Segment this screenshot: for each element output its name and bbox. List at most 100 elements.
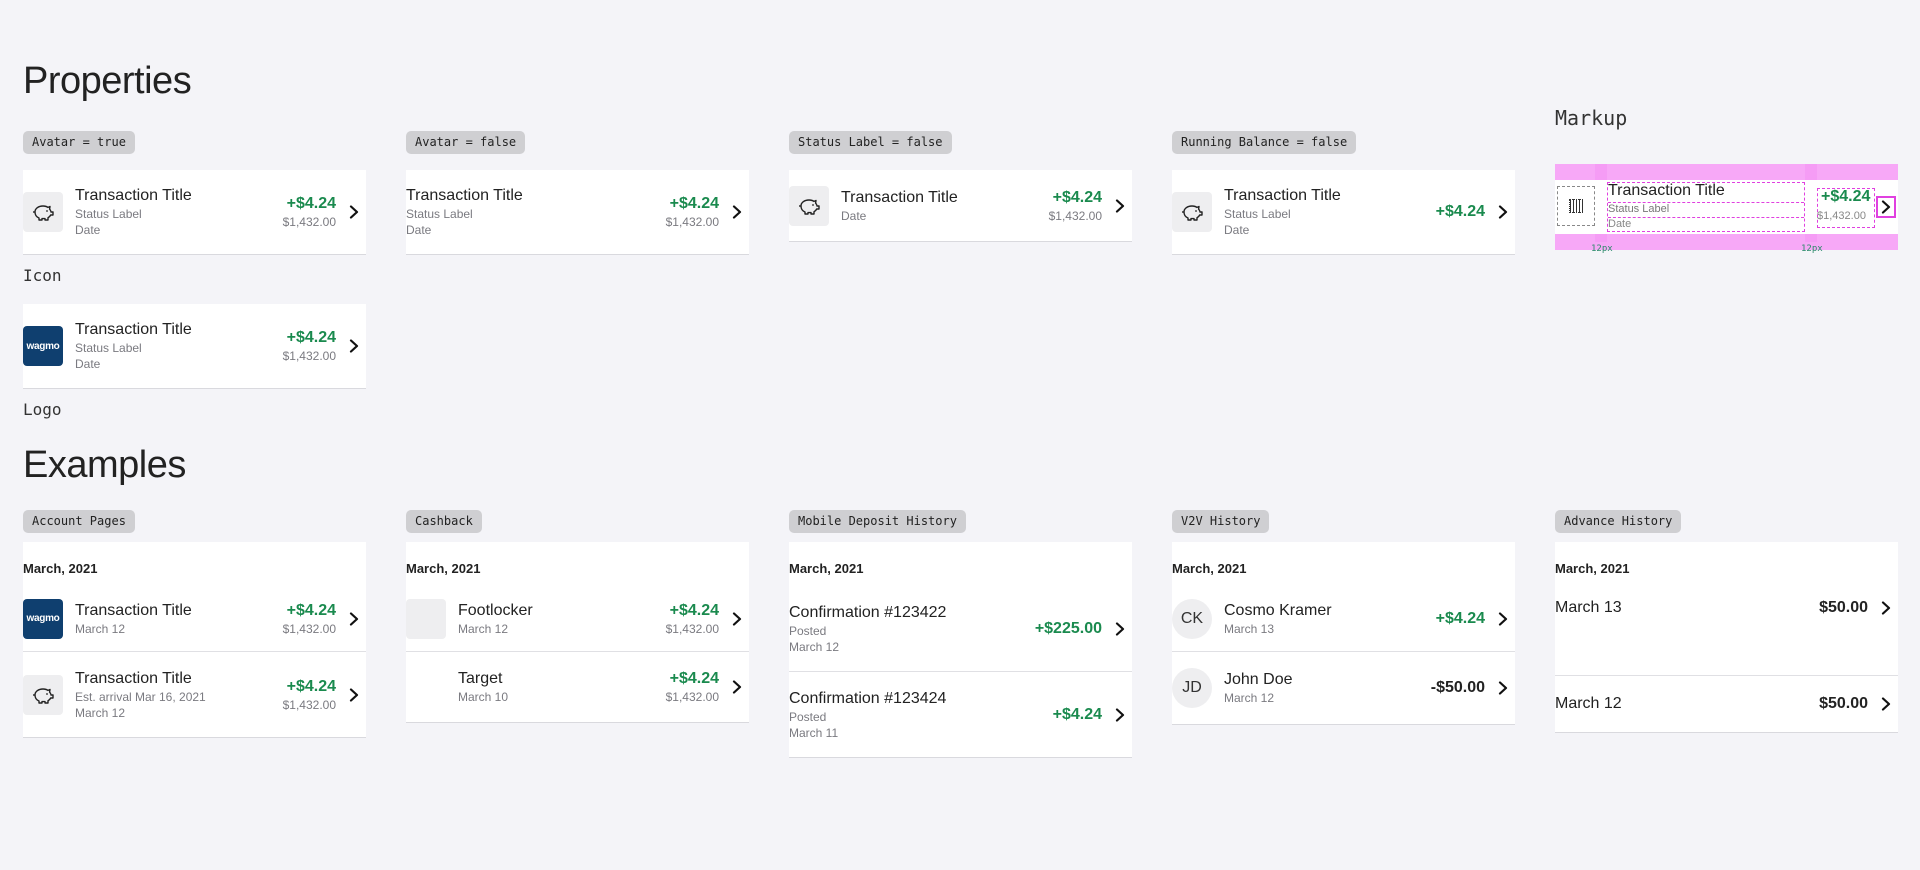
date-label: March 10: [458, 690, 509, 704]
chevron-right-icon: [1495, 680, 1511, 696]
transaction-row[interactable]: Footlocker March 12 +$4.24 $1,432.00: [406, 586, 749, 652]
example-pill-mobile-deposit: Mobile Deposit History: [789, 510, 966, 533]
status-label: Status Label: [75, 207, 142, 221]
amount: +$4.24: [1052, 705, 1102, 723]
month-header: March, 2021: [406, 561, 481, 576]
running-balance: $1,432.00: [282, 697, 336, 712]
amount: +$4.24: [1052, 188, 1102, 206]
status-label: Status Label: [1224, 207, 1291, 221]
merchant-avatar: [406, 598, 446, 639]
status-label: Status Label: [406, 207, 473, 221]
status-label: Posted: [789, 709, 827, 724]
transfer-row[interactable]: JD John Doe March 12 -$50.00: [1172, 652, 1515, 724]
running-balance: $1,432.00: [665, 215, 719, 229]
date-label: March 11: [789, 725, 839, 740]
date-label: March 13: [1224, 621, 1275, 636]
contact-name: John Doe: [1224, 671, 1293, 688]
transaction-row-avatar-true[interactable]: Transaction Title Status Label Date +$4.…: [23, 170, 366, 255]
piggy-bank-icon: [1172, 192, 1212, 232]
transaction-row[interactable]: Target March 10 +$4.24 $1,432.00: [406, 652, 749, 722]
transaction-row-avatar-false[interactable]: Transaction Title Status Label Date +$4.…: [406, 170, 749, 255]
chevron-right-icon: [346, 204, 362, 220]
markup-title: Transaction Title: [1608, 182, 1725, 199]
running-balance: $1,432.00: [282, 349, 336, 363]
placeholder-icon: [1557, 186, 1595, 226]
date-label: Date: [75, 357, 101, 371]
logo-label: Logo: [23, 400, 62, 419]
merchant-avatar: [406, 667, 446, 707]
amount: +$4.24: [286, 195, 336, 212]
merchant-name: Footlocker: [458, 601, 533, 619]
merchant-name: Target: [458, 670, 503, 687]
transaction-row-balance-false[interactable]: Transaction Title Status Label Date +$4.…: [1172, 170, 1515, 255]
prop-pill-running-balance-false: Running Balance = false: [1172, 131, 1357, 154]
transaction-title: Transaction Title: [75, 187, 192, 204]
month-header: March, 2021: [23, 561, 98, 576]
date-label: March 12: [75, 705, 126, 720]
amount: +$4.24: [286, 329, 336, 346]
amount: -$50.00: [1430, 679, 1485, 696]
markup-heading: Markup: [1555, 106, 1628, 130]
chevron-right-icon: [1495, 204, 1511, 220]
month-header: March, 2021: [1555, 561, 1630, 576]
advance-row[interactable]: March 13 $50.00: [1555, 586, 1898, 676]
example-pill-account: Account Pages: [23, 510, 135, 533]
markup-diagram: Transaction Title Status Label Date +$4.…: [1555, 164, 1898, 254]
deposit-row[interactable]: Confirmation #123422 Posted March 12 +$2…: [789, 586, 1132, 672]
example-cashback-card: March, 2021 Footlocker March 12 +$4.24 $…: [406, 542, 749, 723]
deposit-row[interactable]: Confirmation #123424 Posted March 11 +$4…: [789, 672, 1132, 757]
prop-pill-avatar-true: Avatar = true: [23, 131, 135, 154]
transaction-title: Transaction Title: [406, 187, 523, 204]
transfer-row[interactable]: CK Cosmo Kramer March 13 +$4.24: [1172, 586, 1515, 652]
date-label: Date: [1224, 223, 1250, 237]
date-label: Date: [75, 223, 101, 237]
confirmation-title: Confirmation #123422: [789, 603, 947, 621]
amount: +$4.24: [286, 677, 336, 695]
amount: +$4.24: [669, 670, 719, 687]
transaction-row[interactable]: Transaction Title Est. arrival Mar 16, 2…: [23, 652, 366, 737]
wagmo-logo: wagmo: [23, 598, 63, 639]
markup-status: Status Label: [1608, 202, 1804, 215]
transaction-row-logo[interactable]: wagmo Transaction Title Status Label Dat…: [23, 304, 366, 389]
advance-date: March 13: [1555, 599, 1622, 616]
prop-pill-status-label-false: Status Label = false: [789, 131, 952, 154]
amount: $50.00: [1819, 599, 1868, 616]
prop-pill-avatar-false: Avatar = false: [406, 131, 526, 154]
initials-avatar: JD: [1172, 668, 1212, 708]
date-label: March 12: [458, 621, 509, 636]
example-advance-card: March, 2021 March 13 $50.00 March 12 $50…: [1555, 542, 1898, 733]
date-label: March 12: [75, 621, 126, 636]
month-header: March, 2021: [1172, 561, 1247, 576]
advance-row[interactable]: March 12 $50.00: [1555, 676, 1898, 732]
amount: $50.00: [1819, 695, 1868, 712]
chevron-right-icon: [729, 679, 745, 695]
confirmation-title: Confirmation #123424: [789, 689, 947, 707]
piggy-bank-icon: [23, 674, 63, 715]
markup-date: Date: [1608, 217, 1804, 230]
running-balance: $1,432.00: [282, 215, 336, 229]
examples-heading: Examples: [23, 444, 186, 486]
amount: +$4.24: [286, 601, 336, 619]
example-v2v-card: March, 2021 CK Cosmo Kramer March 13 +$4…: [1172, 542, 1515, 725]
contact-name: Cosmo Kramer: [1224, 601, 1332, 619]
chevron-right-icon: [1112, 621, 1128, 637]
status-label: Est. arrival Mar 16, 2021: [75, 689, 206, 704]
wagmo-logo: wagmo: [23, 326, 63, 366]
transaction-title: Transaction Title: [75, 321, 192, 338]
spacing-label-left: 12px: [1591, 244, 1613, 254]
initials-avatar: CK: [1172, 598, 1212, 639]
amount: +$225.00: [1034, 619, 1102, 637]
date-label: Date: [841, 208, 867, 223]
status-label: Posted: [789, 623, 827, 638]
amount: +$4.24: [1435, 609, 1485, 627]
example-account-card: March, 2021 wagmo Transaction Title Marc…: [23, 542, 366, 738]
chevron-right-icon: [346, 687, 362, 703]
chevron-right-icon: [1878, 696, 1894, 712]
spacing-label-right: 12px: [1801, 244, 1823, 254]
transaction-row-status-false[interactable]: Transaction Title Date +$4.24 $1,432.00: [789, 170, 1132, 242]
chevron-right-icon: [1876, 196, 1896, 218]
amount: +$4.24: [669, 195, 719, 212]
transaction-title: Transaction Title: [841, 188, 958, 206]
transaction-row[interactable]: wagmo Transaction Title March 12 +$4.24 …: [23, 586, 366, 652]
date-label: March 12: [1224, 691, 1275, 705]
